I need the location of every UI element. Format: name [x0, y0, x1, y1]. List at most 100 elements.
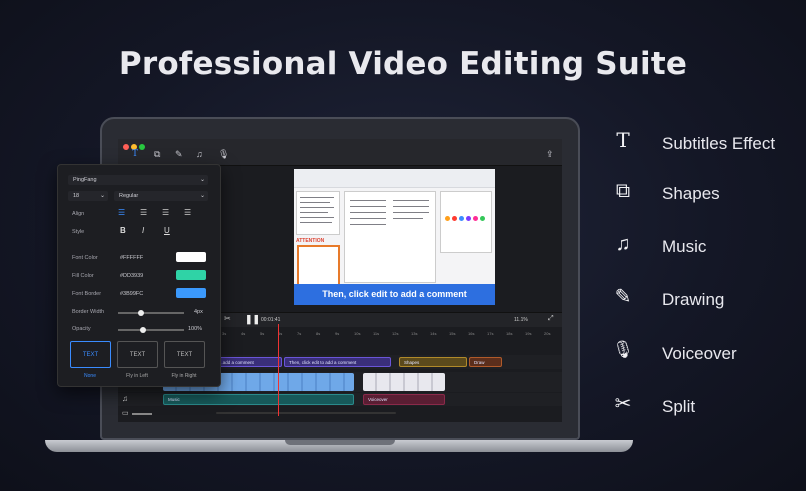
font-color-value: #FFFFFF	[120, 255, 144, 261]
pause-icon[interactable]: ❚❚	[245, 314, 260, 325]
animation-fly-right-label: Fly in Right	[171, 373, 197, 379]
font-size-select[interactable]: 18 ⌄	[68, 191, 108, 201]
subtitle-clip[interactable]: Then, click edit to add a comment	[284, 357, 391, 367]
font-weight-value: Regular	[119, 193, 139, 199]
palette-color	[466, 216, 471, 221]
ruler-tick: 7s	[297, 331, 302, 336]
ruler-tick: 15s	[449, 331, 456, 336]
border-width-slider[interactable]	[118, 310, 184, 316]
ruler-tick: 16s	[468, 331, 475, 336]
ruler-tick: 3s	[222, 331, 227, 336]
ruler-tick: 11s	[373, 331, 380, 336]
slider-knob[interactable]	[138, 310, 144, 316]
text-icon[interactable]: T	[132, 149, 138, 159]
font-border-swatch[interactable]	[176, 288, 206, 298]
palette-color	[480, 216, 485, 221]
italic-button[interactable]: I	[142, 226, 144, 235]
font-family-select[interactable]: PingFang ⌄	[68, 175, 208, 185]
font-weight-select[interactable]: Regular ⌄	[114, 191, 208, 201]
scissors-icon: ✂	[614, 393, 632, 415]
ruler-tick: 4s	[241, 331, 246, 336]
preview-attention-text: ATTENTION	[296, 238, 325, 244]
preview-caption: Then, click edit to add a comment	[294, 284, 495, 305]
chevron-down-icon: ⌄	[199, 177, 205, 183]
ruler-tick: 20s	[544, 331, 551, 336]
feature-label-shapes: Shapes	[662, 184, 720, 203]
animation-fly-left-label: Fly in Left	[126, 373, 148, 379]
draw-clip[interactable]: Draw	[469, 357, 502, 367]
bold-button[interactable]: B	[120, 226, 126, 235]
laptop-notch	[285, 440, 395, 445]
window-maximize-button[interactable]	[139, 144, 145, 150]
align-justify-icon[interactable]: ☰	[184, 208, 191, 217]
ruler-tick: 17s	[487, 331, 494, 336]
ruler-tick: 5s	[260, 331, 265, 336]
music-clip[interactable]: Music	[163, 394, 354, 405]
text-t-icon: T	[616, 128, 630, 152]
style-label: Style	[72, 229, 85, 235]
slider-knob[interactable]	[140, 327, 146, 333]
fill-color-label: Fill Color	[72, 273, 94, 279]
timeline-scrollbar[interactable]	[216, 412, 396, 414]
align-label: Align	[72, 211, 85, 217]
subtitle-clip[interactable]: ...add a comment	[214, 357, 282, 367]
timecode: 00:01:41	[261, 317, 281, 323]
palette-color	[473, 216, 478, 221]
animation-none-option[interactable]: TEXT	[70, 341, 111, 368]
feature-label-split: Split	[662, 397, 696, 416]
underline-button[interactable]: U	[164, 226, 170, 235]
video-preview[interactable]: ATTENTION Then, click edit to add a comm…	[294, 169, 495, 305]
opacity-label: Opacity	[72, 326, 91, 332]
video-clip[interactable]	[363, 373, 445, 391]
font-border-label: Font Border	[72, 291, 102, 297]
audio-track: ♫ Music Voiceover	[118, 393, 562, 406]
preview-color-palette	[440, 191, 492, 253]
ruler-tick: 12s	[392, 331, 399, 336]
timeline-footer: ▭	[118, 407, 562, 421]
scissors-icon[interactable]: ✂	[224, 314, 231, 323]
font-family-value: PingFang	[73, 177, 97, 183]
ruler-tick: 10s	[354, 331, 361, 336]
music-icon[interactable]: ♫	[196, 149, 203, 159]
voiceover-clip[interactable]: Voiceover	[363, 394, 445, 405]
fill-color-swatch[interactable]	[176, 270, 206, 280]
font-color-label: Font Color	[72, 255, 98, 261]
shapes-clip[interactable]: Shapes	[399, 357, 467, 367]
feature-label-voiceover: Voiceover	[662, 344, 737, 363]
align-right-icon[interactable]: ☰	[162, 208, 169, 217]
music-note-icon: ♫	[615, 233, 631, 255]
music-track-icon: ♫	[122, 394, 128, 403]
page-headline: Professional Video Editing Suite	[118, 46, 688, 82]
ruler-tick: 13s	[411, 331, 418, 336]
palette-color	[445, 216, 450, 221]
opacity-slider[interactable]	[118, 327, 184, 333]
timeline-ruler: 3s 4s 5s 6s 7s 8s 9s 10s 11s 12s 13s 14s…	[208, 330, 562, 339]
font-size-value: 18	[73, 193, 80, 199]
opacity-value: 100%	[188, 326, 203, 332]
expand-icon[interactable]: ⤢	[548, 315, 554, 323]
feature-label-music: Music	[662, 237, 707, 256]
ruler-tick: 18s	[506, 331, 513, 336]
zoom-select[interactable]: 11.1%	[514, 317, 528, 323]
animation-fly-right-option[interactable]: TEXT	[164, 341, 205, 368]
animation-fly-left-option[interactable]: TEXT	[117, 341, 158, 368]
shapes-icon: ⧉	[615, 180, 631, 202]
pen-icon[interactable]: ✎	[175, 149, 183, 160]
feature-label-drawing: Drawing	[662, 290, 725, 309]
share-icon[interactable]: ⇪	[546, 149, 554, 160]
fill-color-value: #DD3939	[120, 273, 144, 279]
shapes-icon[interactable]: ⧉	[154, 149, 160, 160]
border-width-value: 4px	[194, 309, 203, 315]
folder-icon[interactable]: ▭	[122, 409, 129, 417]
align-left-icon[interactable]: ☰	[118, 208, 125, 217]
mic-icon[interactable]: 🎙	[218, 149, 229, 160]
preview-app-toolbar	[294, 169, 495, 188]
align-center-icon[interactable]: ☰	[140, 208, 147, 217]
zoom-slider[interactable]	[132, 413, 152, 415]
font-color-swatch[interactable]	[176, 252, 206, 262]
font-border-value: #3B99FC	[120, 291, 144, 297]
playhead[interactable]	[278, 324, 279, 416]
preview-page-thumb	[296, 191, 340, 235]
palette-color	[452, 216, 457, 221]
window-close-button[interactable]	[123, 144, 129, 150]
